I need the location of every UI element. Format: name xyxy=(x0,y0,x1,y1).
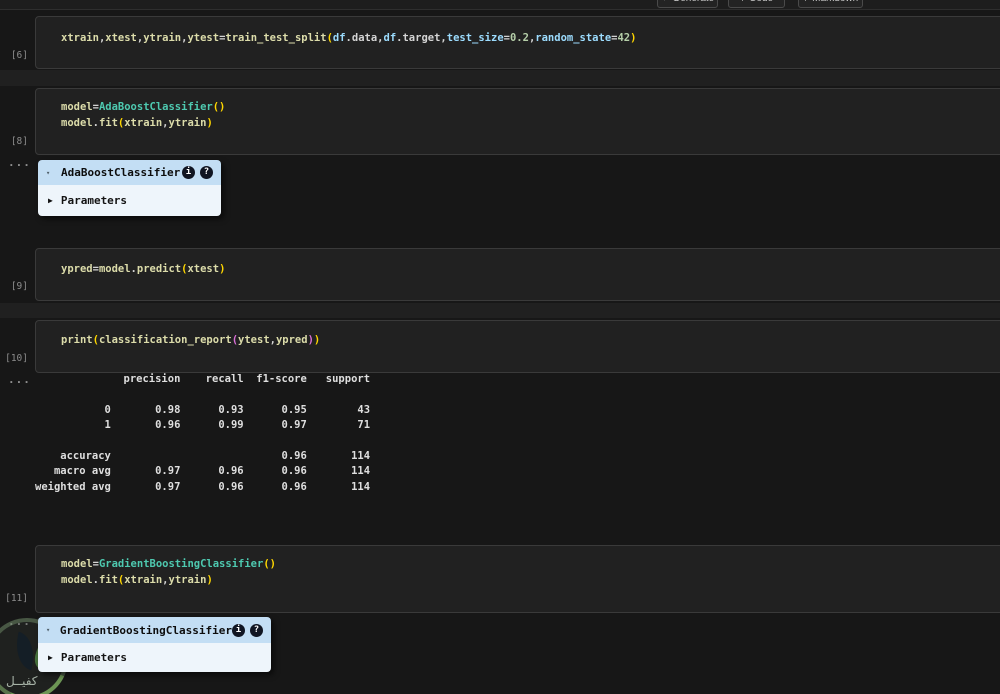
execution-count-8: [8] xyxy=(0,136,28,147)
code-line: model.fit(xtrain,ytrain) xyxy=(61,116,1000,132)
output-collapse-indicator[interactable]: ... xyxy=(8,156,31,169)
code-editor[interactable]: model=AdaBoostClassifier()model.fit(xtra… xyxy=(61,100,1000,131)
generate-button[interactable]: ✦ Generate xyxy=(657,0,718,8)
watermark-text: كفيــل xyxy=(6,674,38,688)
code-cell-8[interactable]: model=AdaBoostClassifier()model.fit(xtra… xyxy=(35,88,1000,155)
code-cell-10[interactable]: print(classification_report(ytest,ypred)… xyxy=(35,320,1000,373)
code-editor[interactable]: ypred=model.predict(xtest) xyxy=(61,262,1000,278)
code-cell-6[interactable]: xtrain,xtest,ytrain,ytest=train_test_spl… xyxy=(35,16,1000,69)
code-editor[interactable]: model=GradientBoostingClassifier()model.… xyxy=(61,557,1000,588)
help-icon[interactable]: ? xyxy=(250,624,263,637)
code-line: print(classification_report(ytest,ypred)… xyxy=(61,333,1000,349)
code-editor[interactable]: print(classification_report(ytest,ypred)… xyxy=(61,333,1000,349)
estimator-header[interactable]: ▾ AdaBoostClassifier i ? xyxy=(38,160,221,185)
estimator-title: GradientBoostingClassifier xyxy=(60,624,232,637)
notebook-toolbar: ✦ Generate + Code + Markdown xyxy=(0,0,1000,10)
parameters-row[interactable]: ▶ Parameters xyxy=(38,643,271,672)
cell-gap-band xyxy=(0,70,1000,86)
execution-count-11: [11] xyxy=(0,593,28,604)
code-line: model=AdaBoostClassifier() xyxy=(61,100,1000,116)
chevron-down-icon[interactable]: ▾ xyxy=(46,626,55,634)
plus-icon: + xyxy=(740,0,745,4)
parameters-row[interactable]: ▶ Parameters xyxy=(38,185,221,216)
sklearn-estimator-widget-adaboost: ▾ AdaBoostClassifier i ? ▶ Parameters xyxy=(38,160,221,216)
info-icon[interactable]: i xyxy=(232,624,245,637)
code-line: model.fit(xtrain,ytrain) xyxy=(61,573,1000,589)
cell-gap-band xyxy=(0,303,1000,318)
markdown-button-label: Markdown xyxy=(812,0,858,4)
parameters-label: Parameters xyxy=(61,651,127,664)
execution-count-6: [6] xyxy=(0,50,28,61)
estimator-title: AdaBoostClassifier xyxy=(61,166,180,179)
classification-report-output: precision recall f1-score support 0 0.98… xyxy=(35,372,370,495)
execution-count-10: [10] xyxy=(0,353,28,364)
chevron-right-icon: ▶ xyxy=(48,196,53,205)
code-editor[interactable]: xtrain,xtest,ytrain,ytest=train_test_spl… xyxy=(61,31,1000,47)
code-button-label: Code xyxy=(749,0,773,4)
code-line: xtrain,xtest,ytrain,ytest=train_test_spl… xyxy=(61,31,1000,47)
execution-count-9: [9] xyxy=(0,281,28,292)
info-icon[interactable]: i xyxy=(182,166,195,179)
estimator-header[interactable]: ▾ GradientBoostingClassifier i ? xyxy=(38,617,271,643)
sparkle-icon: ✦ xyxy=(661,0,669,4)
code-line: model=GradientBoostingClassifier() xyxy=(61,557,1000,573)
parameters-label: Parameters xyxy=(61,194,127,207)
code-cell-9[interactable]: ypred=model.predict(xtest) xyxy=(35,248,1000,301)
code-line: ypred=model.predict(xtest) xyxy=(61,262,1000,278)
notebook-screen: ✦ Generate + Code + Markdown xtrain,xtes… xyxy=(0,0,1000,694)
add-markdown-cell-button[interactable]: + Markdown xyxy=(798,0,863,8)
output-collapse-indicator[interactable]: ... xyxy=(8,373,31,386)
chevron-right-icon: ▶ xyxy=(48,653,53,662)
code-cell-11[interactable]: model=GradientBoostingClassifier()model.… xyxy=(35,545,1000,613)
generate-button-label: Generate xyxy=(672,0,714,4)
add-code-cell-button[interactable]: + Code xyxy=(728,0,785,8)
plus-icon: + xyxy=(803,0,808,4)
chevron-down-icon[interactable]: ▾ xyxy=(46,169,56,177)
help-icon[interactable]: ? xyxy=(200,166,213,179)
sklearn-estimator-widget-gradientboosting: ▾ GradientBoostingClassifier i ? ▶ Param… xyxy=(38,617,271,672)
